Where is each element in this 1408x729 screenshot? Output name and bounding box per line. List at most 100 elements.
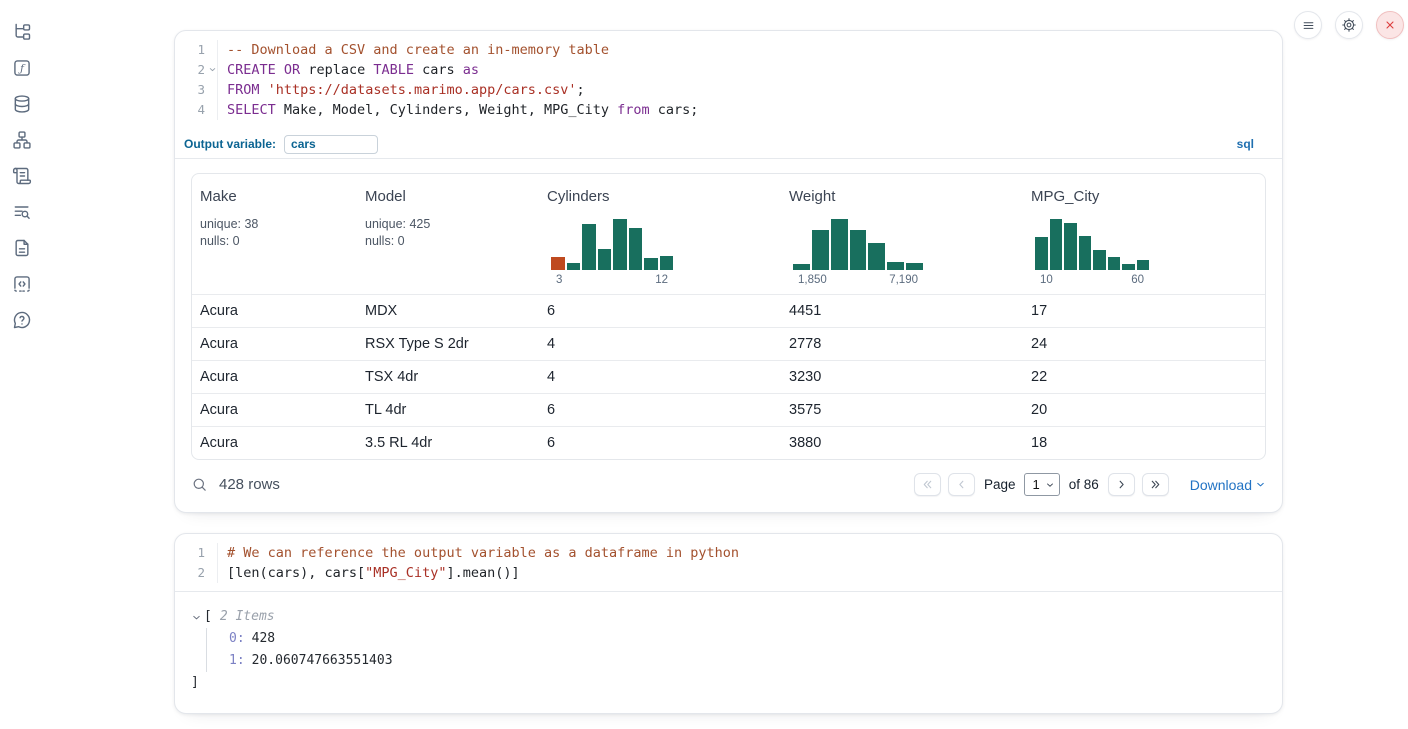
- hist-bar: [831, 219, 848, 270]
- output-tree: [ 2 Items 0:4281:20.060747663551403 ]: [175, 592, 1282, 708]
- column-label: Cylinders: [547, 188, 773, 205]
- gear-icon: [1341, 17, 1357, 33]
- code-line: 3FROM 'https://datasets.marimo.app/cars.…: [175, 80, 1282, 100]
- chevrons-right-icon: [1149, 478, 1162, 491]
- settings-button[interactable]: [1335, 11, 1363, 39]
- chevron-down-icon: [1045, 480, 1055, 490]
- hist-bar: [660, 256, 674, 270]
- sidebar-item-help[interactable]: [12, 310, 32, 330]
- sidebar-item-datasources[interactable]: [12, 94, 32, 114]
- code-text: CREATE OR replace TABLE cars as: [218, 60, 479, 80]
- close-bracket: ]: [191, 672, 1266, 694]
- hist-bar: [1108, 257, 1121, 270]
- chevron-down-icon: [208, 65, 217, 74]
- table-cell: MDX: [357, 295, 539, 327]
- help-icon: [12, 310, 32, 330]
- language-badge: sql: [1237, 137, 1254, 151]
- sql-cell: 1-- Download a CSV and create an in-memo…: [174, 30, 1283, 513]
- next-page-button[interactable]: [1108, 473, 1135, 496]
- hist-axis: 1,8507,190: [793, 274, 923, 286]
- column-header-MPG_City[interactable]: MPG_City1060: [1023, 174, 1265, 294]
- sidebar-item-scratchpad[interactable]: [12, 166, 32, 186]
- table-row[interactable]: AcuraMDX6445117: [192, 294, 1265, 327]
- column-label: Make: [200, 188, 349, 205]
- hist-bar: [1093, 250, 1106, 270]
- code-line: 1# We can reference the output variable …: [175, 543, 1282, 563]
- table-cell: 22: [1023, 361, 1265, 393]
- column-label: Weight: [789, 188, 1015, 205]
- column-label: Model: [365, 188, 531, 205]
- hist-bar: [793, 264, 810, 270]
- table-footer: 428 rows Page 1 of 86 Download: [191, 473, 1266, 496]
- pagination: Page 1 of 86 Download: [914, 473, 1266, 496]
- sidebar-item-logs[interactable]: [12, 202, 32, 222]
- table-row[interactable]: AcuraRSX Type S 2dr4277824: [192, 327, 1265, 360]
- table-cell: Acura: [192, 361, 357, 393]
- sidebar-item-variables[interactable]: ƒ: [12, 58, 32, 78]
- page-of-label: of 86: [1069, 477, 1099, 492]
- tree-entry-key: 0:: [229, 631, 245, 646]
- prev-page-button[interactable]: [948, 473, 975, 496]
- output-variable-input[interactable]: [284, 135, 378, 154]
- hist-bar: [1079, 236, 1092, 270]
- open-bracket: [: [204, 606, 212, 628]
- hist-axis: 1060: [1035, 274, 1149, 286]
- histogram-MPG_City: 1060: [1035, 217, 1149, 286]
- code-line: 2CREATE OR replace TABLE cars as: [175, 60, 1282, 80]
- hist-bar: [812, 230, 829, 270]
- download-button[interactable]: Download: [1190, 477, 1266, 493]
- close-icon: [1382, 17, 1398, 33]
- table-cell: 3.5 RL 4dr: [357, 427, 539, 459]
- sidebar-item-documentation[interactable]: [12, 238, 32, 258]
- column-header-Weight[interactable]: Weight 1,8507,190: [781, 174, 1023, 294]
- python-code-editor[interactable]: 1# We can reference the output variable …: [175, 534, 1282, 592]
- tree-entry: 0:428: [229, 628, 1266, 650]
- table-row[interactable]: AcuraTSX 4dr4323022: [192, 360, 1265, 393]
- table-cell: 2778: [781, 328, 1023, 360]
- fold-toggle[interactable]: [208, 65, 217, 74]
- python-cell: 1# We can reference the output variable …: [174, 533, 1283, 714]
- chevron-left-icon: [955, 478, 968, 491]
- hist-bar: [598, 249, 612, 270]
- hist-bar: [644, 258, 658, 270]
- table-cell: Acura: [192, 394, 357, 426]
- tree-entries: 0:4281:20.060747663551403: [206, 628, 1266, 672]
- table-row[interactable]: Acura3.5 RL 4dr6388018: [192, 426, 1265, 459]
- page-select[interactable]: 1: [1024, 473, 1059, 496]
- hist-bar: [868, 243, 885, 270]
- collapse-toggle[interactable]: [191, 612, 202, 623]
- table-row[interactable]: AcuraTL 4dr6357520: [192, 393, 1265, 426]
- column-header-Make[interactable]: Makeunique: 38nulls: 0: [192, 174, 357, 294]
- sidebar-item-dependency-graph[interactable]: [12, 130, 32, 150]
- hist-bar: [567, 263, 581, 270]
- shutdown-button[interactable]: [1376, 11, 1404, 39]
- chevron-right-icon: [1115, 478, 1128, 491]
- hist-bar: [582, 224, 596, 270]
- last-page-button[interactable]: [1142, 473, 1169, 496]
- column-stats: unique: 425nulls: 0: [365, 216, 531, 250]
- hist-bar: [1064, 223, 1077, 270]
- sidebar-item-file-explorer[interactable]: [12, 22, 32, 42]
- column-header-Model[interactable]: Model unique: 425nulls: 0: [357, 174, 539, 294]
- tree-entry: 1:20.060747663551403: [229, 650, 1266, 672]
- sidebar-item-snippets[interactable]: [12, 274, 32, 294]
- variables-icon: ƒ: [12, 58, 32, 78]
- hist-bar: [613, 219, 627, 270]
- sql-code-editor[interactable]: 1-- Download a CSV and create an in-memo…: [175, 31, 1282, 126]
- histogram-Weight: 1,8507,190: [793, 217, 923, 286]
- code-text: -- Download a CSV and create an in-memor…: [218, 40, 609, 60]
- table-cell: 3230: [781, 361, 1023, 393]
- chevron-down-icon: [1255, 479, 1266, 490]
- table-cell: RSX Type S 2dr: [357, 328, 539, 360]
- hist-bar: [850, 230, 867, 270]
- first-page-button[interactable]: [914, 473, 941, 496]
- line-number: 1: [175, 40, 218, 60]
- column-header-Cylinders[interactable]: Cylinders312: [539, 174, 781, 294]
- table-cell: 6: [539, 427, 781, 459]
- hist-bar: [1137, 260, 1150, 270]
- search-button[interactable]: [191, 476, 208, 493]
- hist-bar: [906, 263, 923, 270]
- hist-bar: [629, 228, 643, 270]
- menu-button[interactable]: [1294, 11, 1322, 39]
- chevrons-left-icon: [921, 478, 934, 491]
